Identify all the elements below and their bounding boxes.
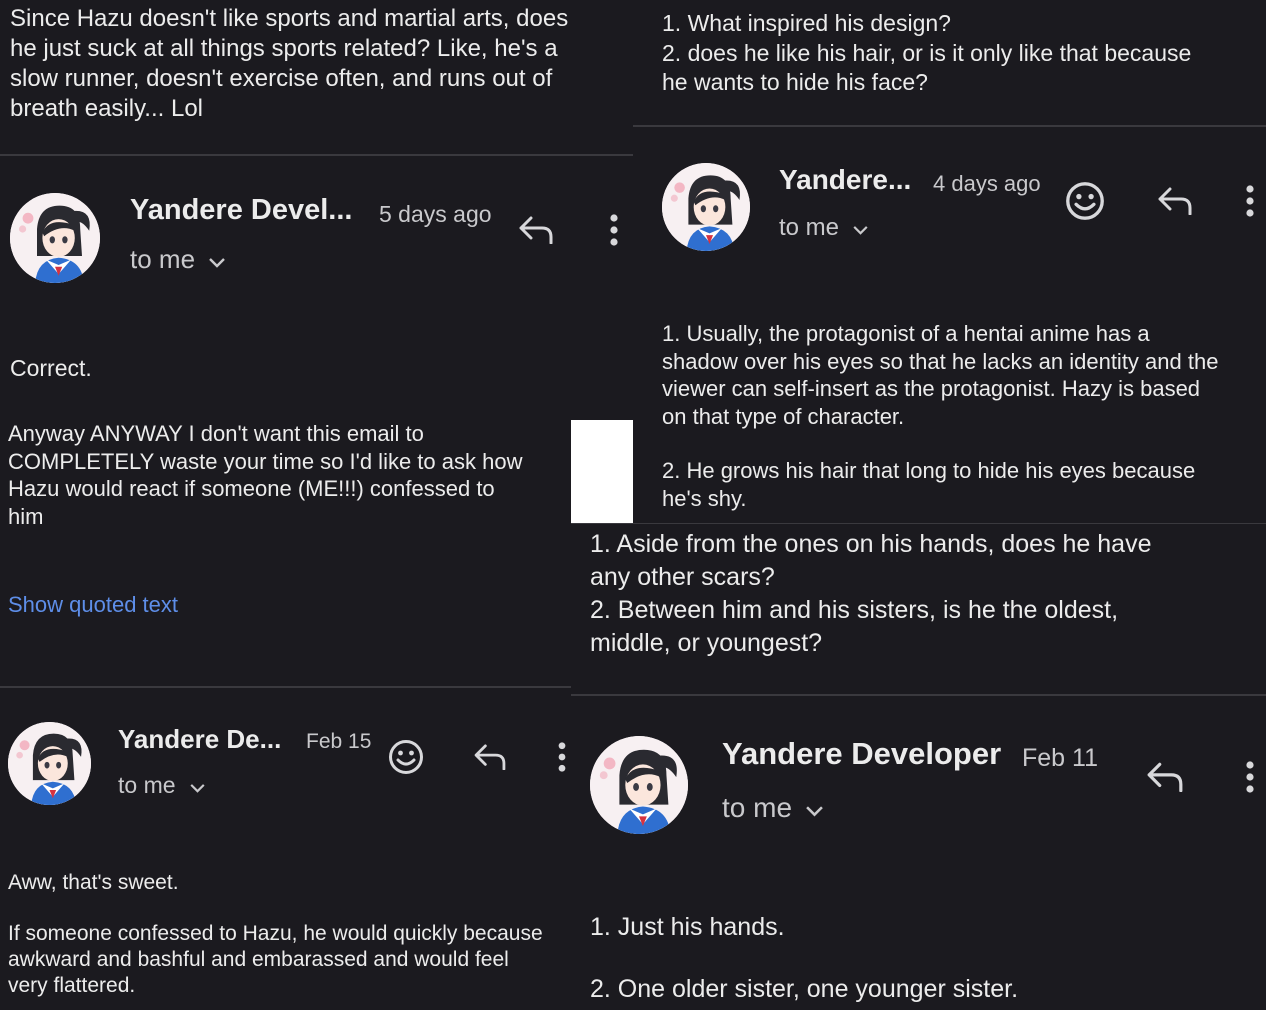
reply-arrow-icon[interactable] (514, 212, 558, 248)
show-quoted-text-link[interactable]: Show quoted text (8, 592, 178, 618)
sender-name: Yandere Devel... (130, 194, 353, 226)
more-vertical-icon[interactable] (1237, 183, 1263, 219)
blank-white-area (571, 420, 633, 524)
chevron-down-icon (806, 792, 823, 824)
question-panel-confession: Anyway ANYWAY I don't want this email to… (0, 420, 571, 686)
reply-arrow-icon[interactable] (1153, 183, 1197, 219)
anime-girl-avatar (10, 193, 100, 283)
chevron-down-icon (853, 214, 868, 242)
more-vertical-icon[interactable] (1237, 758, 1263, 796)
reply-arrow-icon[interactable] (469, 740, 511, 774)
sender-name: Yandere... (779, 164, 912, 195)
message-time: 5 days ago (379, 201, 492, 227)
more-vertical-icon[interactable] (549, 740, 571, 774)
reply-body-answer-2: 2. One older sister, one younger sister. (590, 975, 1019, 1003)
reply-panel-feb-15: Yandere De... Feb 15 to me Aww, that's s… (0, 688, 571, 1010)
recipient-label: to me (722, 792, 793, 823)
sender-avatar[interactable] (10, 193, 100, 283)
chevron-down-icon (189, 772, 205, 799)
message-time: Feb 15 (306, 730, 372, 753)
reply-arrow-icon[interactable] (1142, 758, 1188, 796)
question-panel-scars-sisters: 1. Aside from the ones on his hands, doe… (571, 524, 1266, 694)
message-time: 4 days ago (933, 171, 1041, 196)
reply-body-answer-1: 1. Usually, the protagonist of a hentai … (662, 321, 1219, 429)
chevron-down-icon (209, 244, 225, 275)
sender-avatar[interactable] (662, 163, 750, 251)
reply-panel-feb-11: Yandere Developer Feb 11 to me 1. Just h… (571, 696, 1266, 1010)
sender-name: Yandere De... (118, 724, 282, 754)
anime-girl-avatar (590, 736, 688, 834)
smiley-emoji-icon[interactable] (1063, 179, 1107, 223)
recipient-toggle[interactable]: to me (118, 772, 205, 799)
question-text: Anyway ANYWAY I don't want this email to… (8, 421, 523, 529)
reply-body-greeting: Aww, that's sweet. (8, 871, 179, 894)
reply-body-answer-2: 2. He grows his hair that long to hide h… (662, 458, 1196, 511)
anime-girl-avatar (8, 722, 91, 805)
sender-name: Yandere Developer (722, 736, 1002, 771)
anime-girl-avatar (662, 163, 750, 251)
sender-avatar[interactable] (8, 722, 91, 805)
recipient-toggle[interactable]: to me (779, 214, 868, 242)
question-panel-design: 1. What inspired his design? 2. does he … (633, 0, 1266, 125)
recipient-label: to me (118, 772, 176, 798)
message-time: Feb 11 (1022, 744, 1098, 772)
question-text: 1. What inspired his design? 2. does he … (662, 10, 1192, 95)
reply-panel-4-days: Yandere... 4 days ago to me 1. Usually, … (633, 127, 1266, 524)
question-panel-hazu-sports: Since Hazu doesn't like sports and marti… (0, 0, 633, 155)
question-text: Since Hazu doesn't like sports and marti… (10, 5, 569, 122)
reply-body: If someone confessed to Hazu, he would q… (8, 922, 543, 997)
sender-avatar[interactable] (590, 736, 688, 834)
reply-panel-5-days: Yandere Devel... 5 days ago to me Correc… (0, 156, 633, 419)
recipient-label: to me (130, 244, 196, 274)
smiley-emoji-icon[interactable] (386, 737, 426, 777)
reply-body-answer-1: 1. Just his hands. (590, 913, 785, 941)
question-text: 1. Aside from the ones on his hands, doe… (590, 530, 1152, 657)
reply-body: Correct. (10, 355, 92, 381)
recipient-toggle[interactable]: to me (130, 244, 225, 275)
recipient-label: to me (779, 214, 840, 241)
recipient-toggle[interactable]: to me (722, 792, 823, 824)
more-vertical-icon[interactable] (600, 212, 628, 248)
